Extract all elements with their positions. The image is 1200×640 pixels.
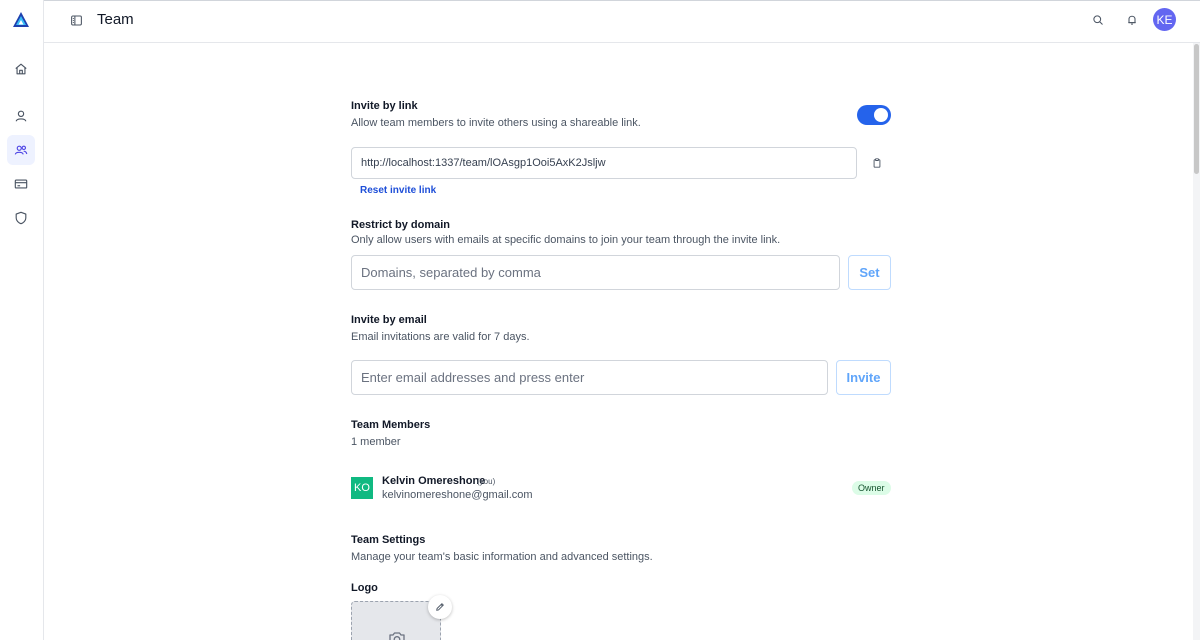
copy-link-button[interactable] (871, 157, 883, 169)
pencil-icon (436, 603, 444, 611)
notifications-button[interactable] (1124, 12, 1140, 28)
member-avatar: KO (351, 477, 373, 499)
restrict-domain-heading: Restrict by domain (351, 219, 451, 231)
bell-icon (1128, 15, 1136, 25)
team-settings-description: Manage your team's basic information and… (351, 551, 653, 563)
users-icon (14, 145, 28, 155)
clipboard-icon (873, 158, 881, 168)
sidebar-item-home[interactable] (7, 54, 35, 84)
sidebar-item-billing[interactable] (7, 169, 35, 199)
sidebar-item-security[interactable] (7, 203, 35, 233)
set-domains-button[interactable]: Set (848, 255, 891, 290)
role-badge: Owner (852, 481, 891, 495)
member-name: Kelvin Omereshone (382, 475, 486, 487)
team-members-heading: Team Members (351, 419, 431, 431)
camera-icon (389, 632, 405, 640)
invite-email-description: Email invitations are valid for 7 days. (351, 331, 530, 343)
scrollbar-thumb[interactable] (1194, 44, 1199, 174)
user-icon (15, 110, 27, 122)
page-title: Team (97, 11, 134, 28)
restrict-domain-description: Only allow users with emails at specific… (351, 234, 781, 246)
sidebar (0, 0, 44, 640)
domains-input[interactable] (351, 255, 840, 290)
invite-link-description: Allow team members to invite others usin… (351, 117, 641, 129)
sidebar-toggle-button[interactable] (68, 12, 84, 28)
invite-link-heading: Invite by link (351, 100, 418, 112)
home-icon (15, 63, 27, 75)
app-logo[interactable] (12, 11, 30, 28)
edit-logo-button[interactable] (428, 595, 452, 619)
search-icon (1093, 15, 1103, 25)
member-you-label: (you) (477, 477, 496, 486)
toggle-knob (874, 108, 888, 122)
credit-card-icon (14, 179, 28, 189)
member-email: kelvinomereshone@gmail.com (382, 489, 533, 501)
user-avatar[interactable]: KE (1153, 8, 1176, 31)
top-bar: Team KE (44, 1, 1200, 43)
logo-label: Logo (351, 582, 378, 594)
reset-invite-link[interactable]: Reset invite link (360, 185, 436, 196)
shield-icon (15, 211, 27, 225)
invite-link-toggle[interactable] (857, 105, 891, 125)
invite-button[interactable]: Invite (836, 360, 891, 395)
sidebar-panel-icon (70, 15, 82, 25)
sidebar-item-team[interactable] (7, 135, 35, 165)
member-count: 1 member (351, 436, 401, 448)
search-button[interactable] (1090, 12, 1106, 28)
sidebar-item-account[interactable] (7, 101, 35, 131)
team-settings-heading: Team Settings (351, 534, 426, 546)
invite-email-heading: Invite by email (351, 314, 427, 326)
email-invite-input[interactable] (351, 360, 828, 395)
invite-link-url-field[interactable]: http://localhost:1337/team/lOAsgp1Ooi5Ax… (351, 147, 857, 179)
